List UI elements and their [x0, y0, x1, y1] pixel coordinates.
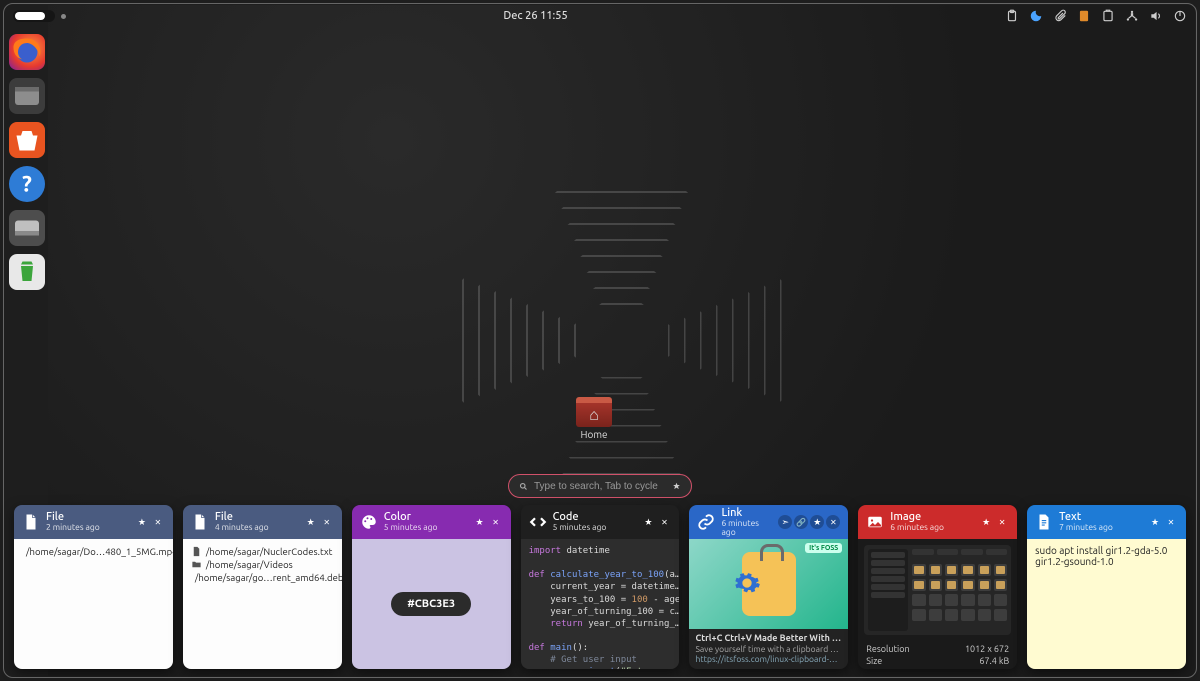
card-file-multi[interactable]: File 4 minutes ago /home/sagar/NuclerCod… — [183, 505, 342, 669]
night-light-icon[interactable] — [1029, 9, 1043, 23]
star-button[interactable] — [304, 515, 318, 529]
dock-firefox[interactable] — [9, 34, 45, 70]
file-list: /home/sagar/Do…480_1_5MG.mp4 — [22, 545, 165, 558]
code-snippet: import datetime def calculate_year_to_10… — [521, 539, 680, 669]
card-time: 6 minutes ago — [721, 519, 772, 538]
card-title: Link — [721, 507, 772, 519]
volume-icon[interactable] — [1149, 9, 1163, 23]
search-input[interactable] — [534, 481, 666, 492]
link-description: Save yourself time with a clipboard ma… — [695, 644, 842, 655]
close-button[interactable] — [320, 515, 334, 529]
image-meta: Resolution 1012 x 672 Size 67.4 kB — [858, 641, 1017, 669]
search-star-icon[interactable] — [672, 481, 681, 492]
resolution-label: Resolution — [866, 644, 909, 654]
star-button[interactable] — [1148, 515, 1162, 529]
star-button[interactable] — [135, 515, 149, 529]
size-label: Size — [866, 656, 882, 666]
star-button[interactable] — [641, 515, 655, 529]
dock: ? — [5, 30, 47, 294]
text-icon — [1035, 513, 1053, 531]
card-time: 6 minutes ago — [890, 523, 944, 532]
list-item: /home/sagar/go…rent_amd64.deb — [191, 571, 334, 584]
code-icon — [529, 513, 547, 531]
list-item: /home/sagar/Do…480_1_5MG.mp4 — [22, 545, 165, 558]
notes-tray-icon[interactable] — [1077, 9, 1091, 23]
card-color[interactable]: Color 5 minutes ago #CBC3E3 — [352, 505, 511, 669]
svg-text:?: ? — [22, 172, 32, 197]
list-item: /home/sagar/Videos — [191, 558, 334, 571]
close-button[interactable] — [489, 515, 503, 529]
close-button[interactable] — [826, 515, 840, 529]
file-item-icon — [191, 546, 202, 557]
power-icon[interactable] — [1173, 9, 1187, 23]
top-bar: Dec 26 11:55 — [5, 5, 1195, 27]
card-time: 5 minutes ago — [553, 523, 607, 532]
file-list: /home/sagar/NuclerCodes.txt /home/sagar/… — [191, 545, 334, 584]
star-button[interactable] — [810, 515, 824, 529]
link-thumbnail: It's FOSS — [689, 539, 848, 629]
folder-item-icon — [191, 559, 202, 570]
link-icon — [697, 513, 715, 531]
file-icon — [191, 513, 209, 531]
maze-decoration — [452, 181, 792, 501]
dock-disk[interactable] — [9, 210, 45, 246]
link-meta: Ctrl+C Ctrl+V Made Better With Cl… Save … — [689, 629, 848, 670]
close-button[interactable] — [151, 515, 165, 529]
search-icon — [519, 481, 528, 492]
card-time: 7 minutes ago — [1059, 523, 1113, 532]
gear-icon — [733, 569, 761, 597]
dock-software[interactable] — [9, 122, 45, 158]
text-content: sudo apt install gir1.2-gda-5.0 gir1.2-g… — [1027, 539, 1186, 669]
clipboard-tray-icon[interactable] — [1005, 9, 1019, 23]
star-button[interactable] — [979, 515, 993, 529]
close-button[interactable] — [1164, 515, 1178, 529]
card-link[interactable]: Link 6 minutes ago It's FOSS Ctrl+C Ctrl… — [689, 505, 848, 669]
card-text[interactable]: Text 7 minutes ago sudo apt install gir1… — [1027, 505, 1186, 669]
copy-link-button[interactable] — [794, 515, 808, 529]
attachment-tray-icon[interactable] — [1053, 9, 1067, 23]
network-icon[interactable] — [1125, 9, 1139, 23]
workspace-dot — [61, 14, 66, 19]
clock[interactable]: Dec 26 11:55 — [503, 10, 567, 22]
image-icon — [866, 513, 884, 531]
link-url: https://itsfoss.com/linux-clipboard-mana… — [695, 654, 842, 665]
dock-trash[interactable] — [9, 254, 45, 290]
paste-tray-icon[interactable] — [1101, 9, 1115, 23]
card-code[interactable]: Code 5 minutes ago import datetime def c… — [521, 505, 680, 669]
card-file-single[interactable]: File 2 minutes ago /home/sagar/Do…480_1_… — [14, 505, 173, 669]
open-button[interactable] — [778, 515, 792, 529]
clipboard-search[interactable] — [508, 474, 692, 498]
desktop-home-label: Home — [570, 429, 618, 440]
card-time: 2 minutes ago — [46, 523, 100, 532]
link-headline: Ctrl+C Ctrl+V Made Better With Cl… — [695, 633, 842, 644]
activities-pill[interactable] — [13, 10, 55, 22]
star-button[interactable] — [473, 515, 487, 529]
dock-help[interactable]: ? — [9, 166, 45, 202]
card-time: 5 minutes ago — [384, 523, 438, 532]
card-time: 4 minutes ago — [215, 523, 269, 532]
close-button[interactable] — [995, 515, 1009, 529]
size-value: 67.4 kB — [979, 656, 1009, 666]
close-button[interactable] — [657, 515, 671, 529]
palette-icon — [360, 513, 378, 531]
image-thumbnail — [864, 545, 1011, 635]
dock-files[interactable] — [9, 78, 45, 114]
link-badge: It's FOSS — [805, 543, 842, 553]
system-tray — [1005, 9, 1187, 23]
desktop-home-folder[interactable]: Home — [570, 397, 618, 440]
file-icon — [22, 513, 40, 531]
resolution-value: 1012 x 672 — [965, 644, 1009, 654]
clipboard-cards-row: File 2 minutes ago /home/sagar/Do…480_1_… — [14, 505, 1186, 669]
list-item: /home/sagar/NuclerCodes.txt — [191, 545, 334, 558]
card-image[interactable]: Image 6 minutes ago Resolution10 — [858, 505, 1017, 669]
color-value-badge: #CBC3E3 — [391, 592, 471, 616]
home-folder-icon — [576, 397, 612, 427]
